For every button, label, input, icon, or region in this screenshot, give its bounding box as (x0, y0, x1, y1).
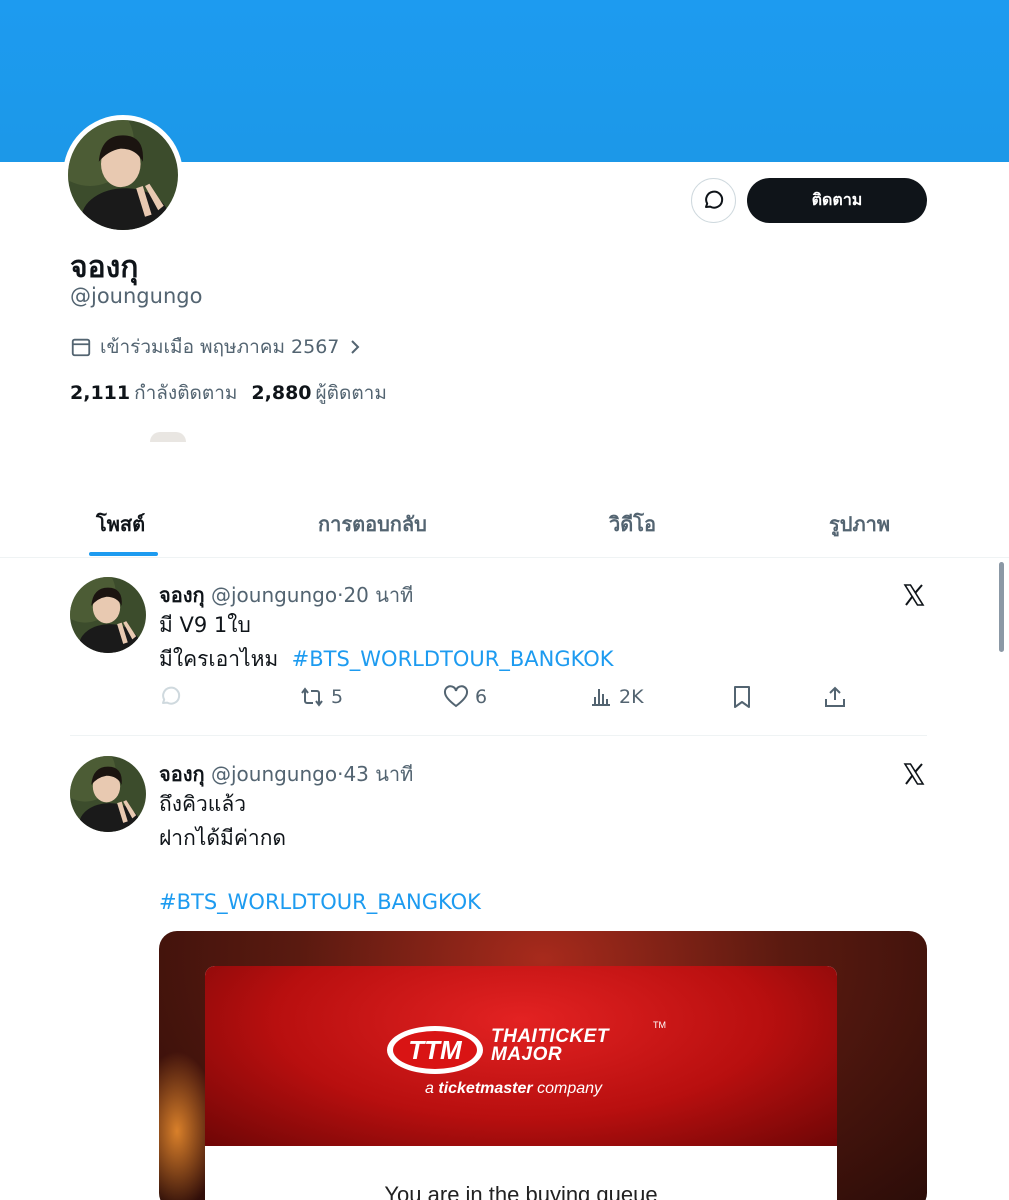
share-button[interactable] (823, 685, 847, 709)
message-button[interactable] (691, 178, 736, 223)
tweet-author-handle[interactable]: @joungungo (211, 583, 337, 607)
tweet-divider (70, 735, 927, 736)
ticket-header-banner: TTM THAITICKET MAJOR TM a ticketmaster co… (205, 966, 837, 1146)
share-icon (825, 686, 845, 707)
followed-by-avatar (150, 432, 186, 442)
hashtag-link[interactable]: #BTS_WORLDTOUR_BANGKOK (292, 647, 614, 671)
active-tab-indicator (89, 552, 158, 556)
hashtag-link[interactable]: #BTS_WORLDTOUR_BANGKOK (159, 885, 481, 919)
tweet-header: จองกุ @joungungo·43 นาที (159, 762, 414, 786)
followers-stat[interactable]: 2,880 ผู้ติดตาม (251, 378, 386, 408)
retweet-icon (301, 687, 323, 707)
reply-icon (162, 686, 181, 705)
tweet-header: จองกุ @joungungo·20 นาที (159, 583, 414, 607)
views-icon (592, 689, 610, 706)
tweet-avatar[interactable] (70, 577, 146, 653)
calendar-icon (71, 338, 91, 357)
like-icon (443, 685, 469, 708)
like-button[interactable]: 6 (443, 685, 487, 709)
x-logo-icon (903, 584, 925, 606)
joined-date[interactable]: เข้าร่วมเมือ พฤษภาคม 2567 (70, 332, 363, 362)
tab-posts[interactable]: โพสต์ (96, 490, 145, 558)
bookmark-icon (734, 686, 750, 708)
tweet-author-name[interactable]: จองกุ (159, 583, 205, 607)
follow-stats: 2,111 กำลังติดตาม 2,880 ผู้ติดตาม (70, 378, 387, 408)
tweet-author-handle[interactable]: @joungungo (211, 762, 337, 786)
tweet[interactable]: จองกุ @joungungo·20 นาที มี V9 1ใบ มีใคร… (70, 577, 927, 727)
tweet-text: ถึงคิวแล้ว ฝากได้มีค่ากด #BTS_WORLDTOUR_… (159, 787, 481, 919)
tab-replies[interactable]: การตอบกลับ (318, 490, 427, 558)
bookmark-button[interactable] (731, 685, 753, 709)
retweet-button[interactable]: 5 (299, 685, 343, 709)
message-icon (704, 190, 723, 209)
follow-button[interactable]: ติดตาม (747, 178, 927, 223)
tweet-media-image[interactable]: TTM THAITICKET MAJOR TM a ticketmaster co… (159, 931, 927, 1200)
thaiticket-major-logo: TTM THAITICKET MAJOR TM a ticketmaster co… (385, 1018, 666, 1108)
tab-photos[interactable]: รูปภาพ (829, 490, 890, 558)
tweet-actions: 5 6 2K (159, 685, 859, 715)
profile-handle: @joungungo (70, 284, 203, 308)
queue-status-text: You are in the buying queue (384, 1182, 658, 1200)
tweet-author-name[interactable]: จองกุ (159, 762, 205, 786)
svg-text:TTM: TTM (408, 1035, 463, 1065)
x-logo-icon (903, 763, 925, 785)
tweet-text: มี V9 1ใบ มีใครเอาไหม #BTS_WORLDTOUR_BAN… (159, 613, 614, 671)
profile-avatar[interactable] (63, 115, 183, 235)
chevron-right-icon (351, 340, 360, 354)
tweet-avatar[interactable] (70, 756, 146, 832)
views-button[interactable]: 2K (589, 685, 644, 709)
tweet-time[interactable]: 43 นาที (343, 762, 413, 786)
joined-label: เข้าร่วมเมือ พฤษภาคม 2567 (100, 336, 340, 358)
scrollbar[interactable] (999, 562, 1004, 652)
tweet-time[interactable]: 20 นาที (343, 583, 413, 607)
following-stat[interactable]: 2,111 กำลังติดตาม (70, 378, 237, 408)
tab-videos[interactable]: วิดีโอ (609, 490, 656, 558)
ticket-queue-card: TTM THAITICKET MAJOR TM a ticketmaster co… (205, 966, 837, 1200)
reply-button[interactable] (159, 685, 183, 709)
profile-tabs: โพสต์ การตอบกลับ วิดีโอ รูปภาพ (0, 490, 1009, 558)
